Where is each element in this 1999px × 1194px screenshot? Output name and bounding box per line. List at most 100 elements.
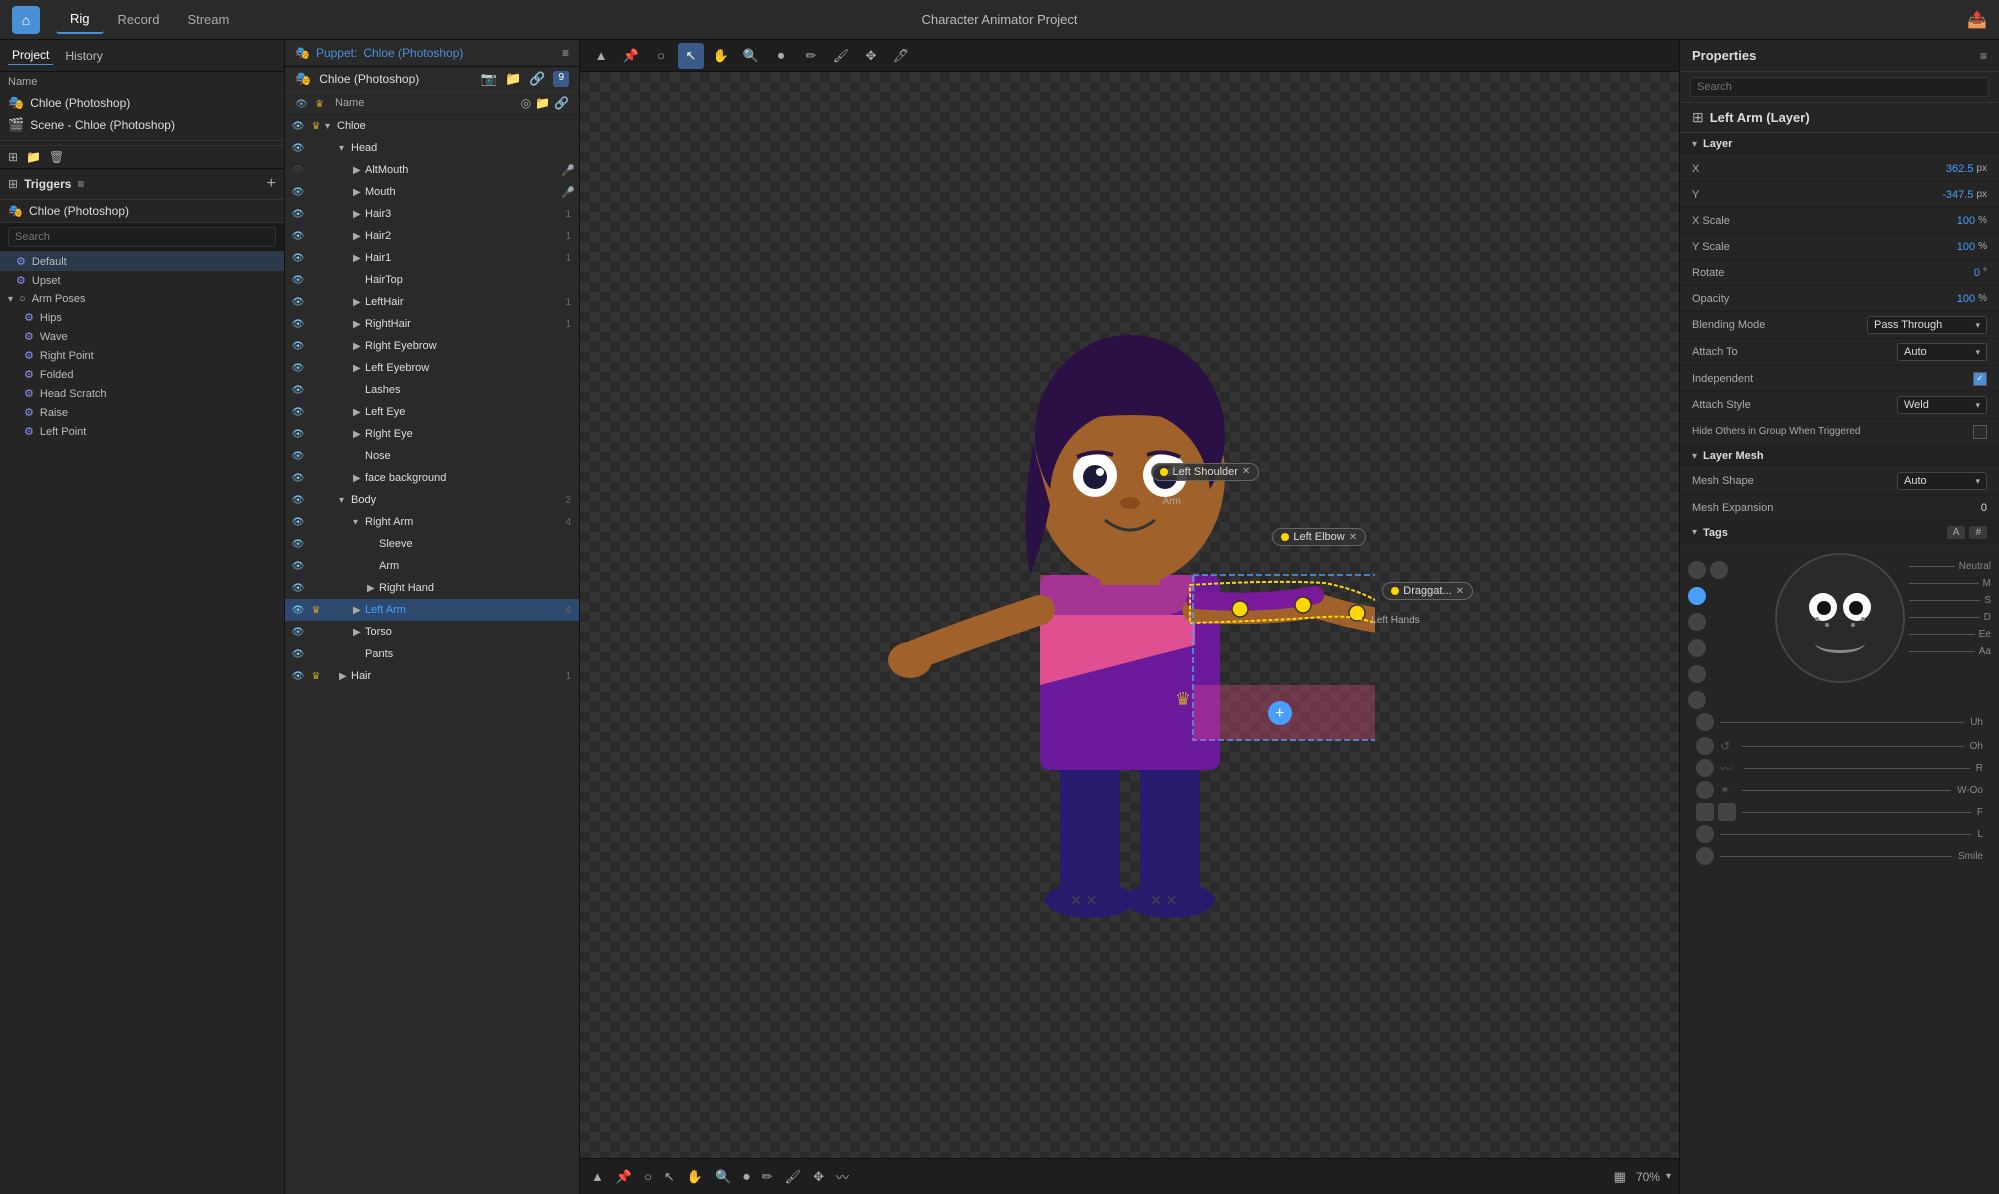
layer-crown-icon[interactable]: ♛ [307, 605, 325, 616]
pointer-tool[interactable]: ↖ [678, 43, 704, 69]
layer-row[interactable]: 👁 ♛ ▶ LeftHair 1 [285, 291, 579, 313]
layer-arrow-icon[interactable]: ▾ [339, 143, 351, 154]
prop-y-value[interactable]: -347.5 [1942, 189, 1973, 201]
solo-icon[interactable]: ◎ [521, 96, 531, 110]
project-item-scene[interactable]: 🎬 Scene - Chloe (Photoshop) [0, 114, 284, 136]
layer-arrow-icon[interactable]: ▾ [325, 121, 337, 132]
prop-search-input[interactable] [1690, 77, 1989, 97]
layer-eye-icon[interactable]: 👁 [289, 231, 307, 242]
layer-row[interactable]: 👁 ♛ ▶ Torso [285, 621, 579, 643]
emotion-dot[interactable] [1696, 803, 1714, 821]
lock-icon[interactable]: 📁 [535, 96, 550, 110]
layer-row[interactable]: 👁 ♛ Nose [285, 445, 579, 467]
prop-mesh-expansion-value[interactable]: 0 [1981, 502, 1987, 514]
new-folder-icon[interactable]: ⊞ [8, 150, 18, 164]
close-label-icon[interactable]: ✕ [1349, 532, 1357, 543]
layer-eye-icon[interactable]: 👁 [289, 495, 307, 506]
layer-row[interactable]: 👁 ♛ ▶ Hair3 1 [285, 203, 579, 225]
layer-crown-icon[interactable]: ♛ [307, 473, 325, 484]
layer-eye-icon[interactable]: 👁 [289, 165, 307, 176]
layer-arrow-icon[interactable]: ▶ [353, 187, 365, 198]
layer-crown-icon[interactable]: ♛ [307, 209, 325, 220]
properties-menu[interactable]: ≡ [1980, 49, 1987, 63]
trigger-folded[interactable]: ⚙ Folded [0, 365, 284, 384]
layer-eye-icon[interactable]: 👁 [289, 253, 307, 264]
puppet-folder-icon[interactable]: 📁 [505, 71, 521, 87]
trigger-arm-poses-group[interactable]: ▾ ○ Arm Poses [0, 290, 284, 308]
layer-crown-icon[interactable]: ♛ [307, 627, 325, 638]
layer-eye-icon[interactable]: 👁 [289, 539, 307, 550]
layer-eye-icon[interactable]: 👁 [289, 451, 307, 462]
layer-row[interactable]: 👁 ♛ ▶ Hair 1 [285, 665, 579, 687]
emotion-dot[interactable] [1688, 639, 1706, 657]
prop-blending-dropdown[interactable]: Pass Through ▾ [1867, 316, 1987, 334]
layer-row[interactable]: 👁 ♛ Lashes [285, 379, 579, 401]
layer-eye-icon[interactable]: 👁 [289, 187, 307, 198]
layer-crown-icon[interactable]: ♛ [307, 165, 325, 176]
layer-arrow-icon[interactable]: ▶ [353, 627, 365, 638]
trigger-wave[interactable]: ⚙ Wave [0, 327, 284, 346]
layer-crown-icon[interactable]: ♛ [307, 275, 325, 286]
close-label-icon[interactable]: ✕ [1242, 466, 1250, 477]
layer-crown-icon[interactable]: ♛ [307, 319, 325, 330]
puppet-camera-icon[interactable]: 📷 [481, 71, 497, 87]
layer-row[interactable]: 👁 ♛ Sleeve [285, 533, 579, 555]
layer-arrow-icon[interactable]: ▶ [353, 473, 365, 484]
layer-arrow-icon[interactable]: ▶ [353, 165, 365, 176]
layer-row[interactable]: 👁 ♛ ▶ Right Eyebrow [285, 335, 579, 357]
section-layer-header[interactable]: ▾ Layer [1680, 133, 1999, 156]
layer-eye-icon[interactable]: 👁 [289, 385, 307, 396]
tab-stream[interactable]: Stream [173, 6, 243, 33]
layer-crown-icon[interactable]: ♛ [307, 143, 325, 154]
pen-tool[interactable]: 🖊 [888, 43, 914, 69]
canvas-arrow-btn[interactable]: ↖ [661, 1166, 678, 1188]
emotion-dot[interactable] [1718, 803, 1736, 821]
trigger-head-scratch[interactable]: ⚙ Head Scratch [0, 384, 284, 403]
layer-eye-icon[interactable]: 👁 [289, 275, 307, 286]
canvas-triangle-btn[interactable]: ▲ [588, 1166, 607, 1187]
section-mesh-header[interactable]: ▾ Layer Mesh [1680, 445, 1999, 468]
layer-row[interactable]: 👁 ♛ Pants [285, 643, 579, 665]
layer-crown-icon[interactable]: ♛ [307, 451, 325, 462]
layer-row[interactable]: 👁 ♛ ▶ Right Hand [285, 577, 579, 599]
layer-eye-icon[interactable]: 👁 [289, 319, 307, 330]
layer-crown-icon[interactable]: ♛ [307, 231, 325, 242]
puppet-link-icon[interactable]: 🔗 [529, 71, 545, 87]
layer-row[interactable]: 👁 ♛ ▶ Hair1 1 [285, 247, 579, 269]
layer-row[interactable]: 👁 ♛ ▶ face background [285, 467, 579, 489]
layer-crown-icon[interactable]: ♛ [307, 121, 325, 132]
layer-arrow-icon[interactable]: ▶ [353, 363, 365, 374]
layer-eye-icon[interactable]: 👁 [289, 297, 307, 308]
trash-icon[interactable]: 🗑 [49, 150, 64, 164]
layer-row[interactable]: 👁 ♛ ▶ Right Eye [285, 423, 579, 445]
emotion-dot[interactable] [1696, 781, 1714, 799]
layer-arrow-icon[interactable]: ▾ [339, 495, 351, 506]
layer-arrow-icon[interactable]: ▶ [367, 583, 379, 594]
trigger-right-point[interactable]: ⚙ Right Point [0, 346, 284, 365]
triggers-menu-icon[interactable]: ≡ [77, 177, 84, 191]
share-icon[interactable]: 📤 [1967, 10, 1987, 30]
layer-crown-icon[interactable]: ♛ [307, 187, 325, 198]
prop-x-value[interactable]: 362.5 [1946, 163, 1974, 175]
layer-crown-icon[interactable]: ♛ [307, 561, 325, 572]
layer-eye-icon[interactable]: 👁 [289, 627, 307, 638]
label-left-elbow[interactable]: Left Elbow ✕ [1272, 528, 1366, 546]
layer-arrow-icon[interactable]: ▶ [353, 605, 365, 616]
emotion-dot[interactable] [1710, 561, 1728, 579]
folder-icon[interactable]: 📁 [26, 150, 41, 164]
layer-row[interactable]: 👁 ♛ ▶ Hair2 1 [285, 225, 579, 247]
trigger-left-point[interactable]: ⚙ Left Point [0, 422, 284, 441]
layer-row[interactable]: 👁 ♛ ▶ Left Eye [285, 401, 579, 423]
prop-yscale-value[interactable]: 100 [1957, 241, 1975, 253]
home-icon[interactable]: ⌂ [12, 6, 40, 34]
layer-eye-icon[interactable]: 👁 [289, 429, 307, 440]
label-draggat[interactable]: Draggat... ✕ [1382, 582, 1473, 600]
layer-crown-icon[interactable]: ♛ [307, 341, 325, 352]
emotion-dot-active[interactable] [1688, 587, 1706, 605]
layer-row[interactable]: 👁 ♛ ▶ Left Eyebrow [285, 357, 579, 379]
canvas-brush-btn[interactable]: 🖌 [782, 1166, 805, 1188]
canvas-rec-btn[interactable]: ⏺ [740, 1166, 753, 1188]
project-item-chloe[interactable]: 🎭 Chloe (Photoshop) [0, 92, 284, 114]
edit-tool[interactable]: ✏ [798, 43, 824, 69]
search-tool[interactable]: 🔍 [738, 43, 764, 69]
